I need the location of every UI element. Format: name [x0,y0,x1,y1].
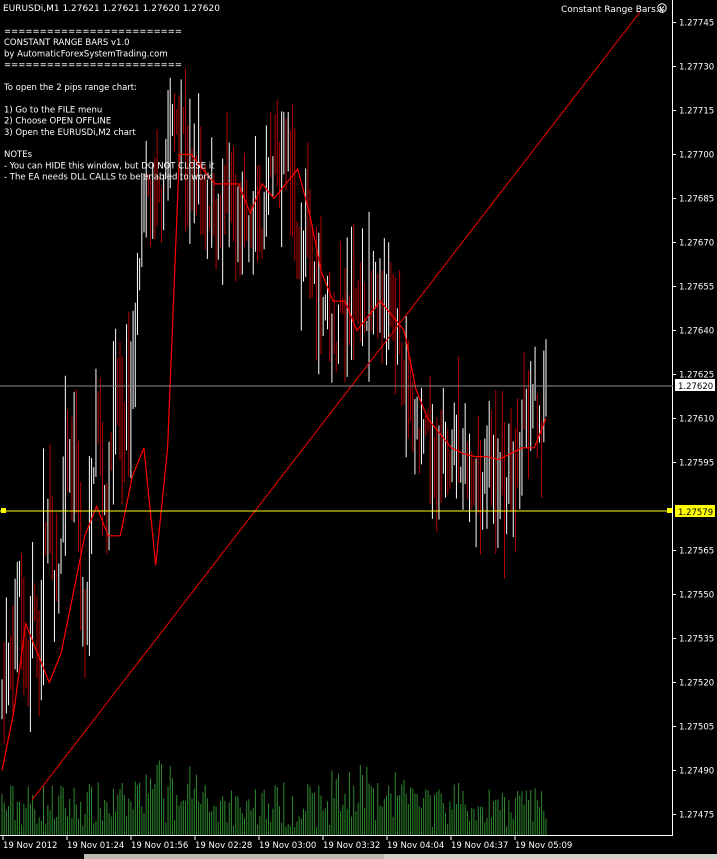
panel-line: 3) Open the EURUSDi,M2 chart [4,128,136,138]
panel-line: 1) Go to the FILE menu [4,105,102,115]
price-tick-label: 1.27595 [679,458,714,468]
horizontal-line-handle-left[interactable] [1,508,6,513]
price-tick-label: 1.27655 [679,283,714,293]
price-tick-label: 1.27685 [679,195,714,205]
time-tick-label: 19 Nov 04:37 [451,841,508,851]
panel-line: - The EA needs DLL CALLS to be enabled t… [4,173,212,183]
time-tick-label: 19 Nov 01:56 [131,841,188,851]
price-tick-label: 1.27520 [679,678,714,688]
price-tick-label: 1.27730 [679,63,714,73]
time-tick-label: 19 Nov 03:32 [323,841,380,851]
price-tick-label: 1.27565 [679,546,714,556]
horizontal-line-handle-right[interactable] [667,508,672,513]
price-tick-label: 1.27745 [679,19,714,29]
time-tick-label: 19 Nov 03:00 [259,841,316,851]
price-tick-label: 1.27535 [679,634,714,644]
price-tick-label: 1.27640 [679,327,714,337]
panel-line: 2) Choose OPEN OFFLINE [4,117,111,127]
price-tick-label: 1.27610 [679,415,714,425]
price-tick-label: 1.27670 [679,239,714,249]
price-tick-label: 1.27475 [679,810,714,820]
price-tick-label: 1.27715 [679,107,714,117]
price-chart[interactable]: 1.27745 1.27730 1.27715 1.27700 1.27685 1.276… [0,0,717,859]
panel-line: by AutomaticForexSystemTrading.com [4,49,168,59]
horizontal-line-price-tag-label: 1.27579 [678,508,713,518]
time-tick-label: 19 Nov 05:09 [515,841,572,851]
panel-line: ========================= [4,61,182,71]
price-tick-label: 1.27550 [679,590,714,600]
time-tick-label: 19 Nov 2012 [3,841,57,851]
bid-price-tag-label: 1.27620 [678,382,713,392]
scrollbar-thumb[interactable] [84,854,384,859]
time-tick-label: 19 Nov 02:28 [195,841,252,851]
panel-line: NOTEs [4,150,33,160]
symbol-header: EURUSDi,M1 1.27621 1.27621 1.27620 1.276… [3,4,220,14]
time-tick-label: 19 Nov 01:24 [67,841,124,851]
price-tick-label: 1.27490 [679,766,714,776]
price-tick-label: 1.27700 [679,151,714,161]
panel-line: To open the 2 pips range chart: [3,83,137,93]
panel-line: - You can HIDE this window, but DO NOT C… [4,161,215,171]
indicator-title: Constant Range Bars.x [561,5,665,15]
panel-line: CONSTANT RANGE BARS v1.0 [4,38,130,48]
time-tick-label: 19 Nov 04:04 [387,841,444,851]
panel-line: ========================= [4,27,182,37]
price-tick-label: 1.27505 [679,722,714,732]
